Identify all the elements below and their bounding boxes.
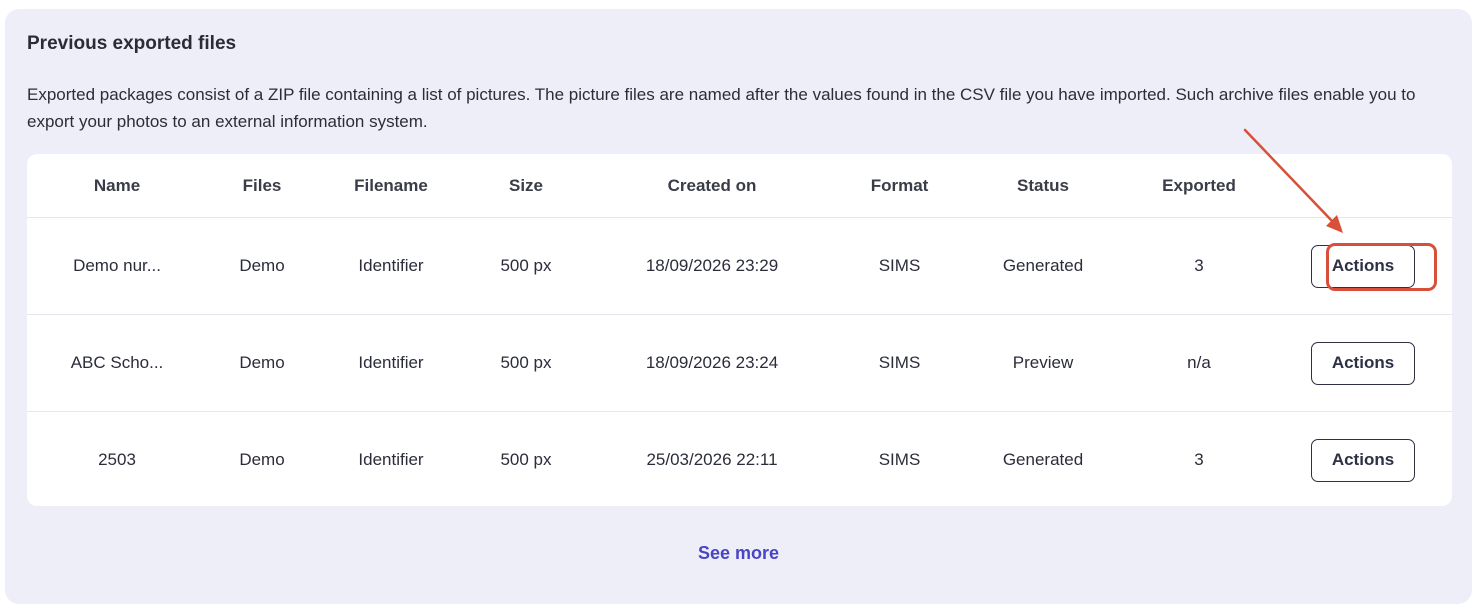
- cell-size: 500 px: [500, 450, 552, 469]
- cell-name: 2503: [98, 450, 136, 469]
- table-header-row: Name Files Filename Size Created on Form…: [27, 154, 1452, 218]
- cell-exported: n/a: [1187, 353, 1211, 372]
- header-name: Name: [93, 175, 141, 195]
- cell-exported: 3: [1194, 450, 1204, 469]
- table-row: 2503 Demo Identifier 500 px 25/03/2026 2…: [27, 411, 1452, 507]
- cell-format: SIMS: [878, 256, 921, 275]
- cell-status: Preview: [1012, 353, 1074, 372]
- cell-actions: Actions: [1274, 412, 1452, 507]
- header-format: Format: [870, 175, 929, 195]
- table-body: Demo nur... Demo Identifier 500 px 18/09…: [27, 217, 1452, 507]
- cell-size: 500 px: [500, 256, 552, 275]
- cell-format: SIMS: [878, 450, 921, 469]
- exported-files-panel: Previous exported files Exported package…: [5, 9, 1472, 604]
- header-exported: Exported: [1162, 175, 1236, 195]
- cell-name: Demo nur...: [73, 256, 161, 275]
- cell-created-on: 25/03/2026 22:11: [646, 450, 778, 469]
- exported-files-table-card: Name Files Filename Size Created on Form…: [27, 154, 1452, 506]
- see-more-link[interactable]: See more: [5, 543, 1472, 564]
- section-title: Previous exported files: [27, 33, 237, 54]
- cell-created-on: 18/09/2026 23:29: [645, 256, 779, 275]
- cell-filename: Identifier: [358, 450, 424, 469]
- section-description: Exported packages consist of a ZIP file …: [27, 85, 1416, 131]
- cell-name: ABC Scho...: [70, 353, 164, 372]
- cell-files: Demo: [239, 256, 285, 275]
- table-row: Demo nur... Demo Identifier 500 px 18/09…: [27, 217, 1452, 315]
- header-created-on: Created on: [667, 175, 757, 195]
- cell-size: 500 px: [500, 353, 552, 372]
- cell-actions: Actions: [1274, 218, 1452, 315]
- cell-format: SIMS: [878, 353, 921, 372]
- cell-actions: Actions: [1274, 315, 1452, 412]
- header-size: Size: [508, 175, 544, 195]
- header-status: Status: [1017, 175, 1069, 195]
- cell-created-on: 18/09/2026 23:24: [645, 353, 779, 372]
- header-filename: Filename: [354, 175, 428, 195]
- cell-status: Generated: [1002, 450, 1084, 469]
- table-header: Name Files Filename Size Created on Form…: [27, 154, 1452, 218]
- header-actions: [1274, 154, 1452, 218]
- actions-button[interactable]: Actions: [1311, 341, 1415, 385]
- exported-files-table: Name Files Filename Size Created on Form…: [27, 154, 1452, 506]
- cell-exported: 3: [1194, 256, 1204, 275]
- header-files: Files: [242, 175, 282, 195]
- cell-files: Demo: [239, 450, 285, 469]
- table-row: ABC Scho... Demo Identifier 500 px 18/09…: [27, 314, 1452, 412]
- actions-button[interactable]: Actions: [1311, 438, 1415, 482]
- cell-files: Demo: [239, 353, 285, 372]
- actions-button[interactable]: Actions: [1311, 244, 1415, 288]
- cell-filename: Identifier: [358, 353, 424, 372]
- cell-filename: Identifier: [358, 256, 424, 275]
- cell-status: Generated: [1002, 256, 1084, 275]
